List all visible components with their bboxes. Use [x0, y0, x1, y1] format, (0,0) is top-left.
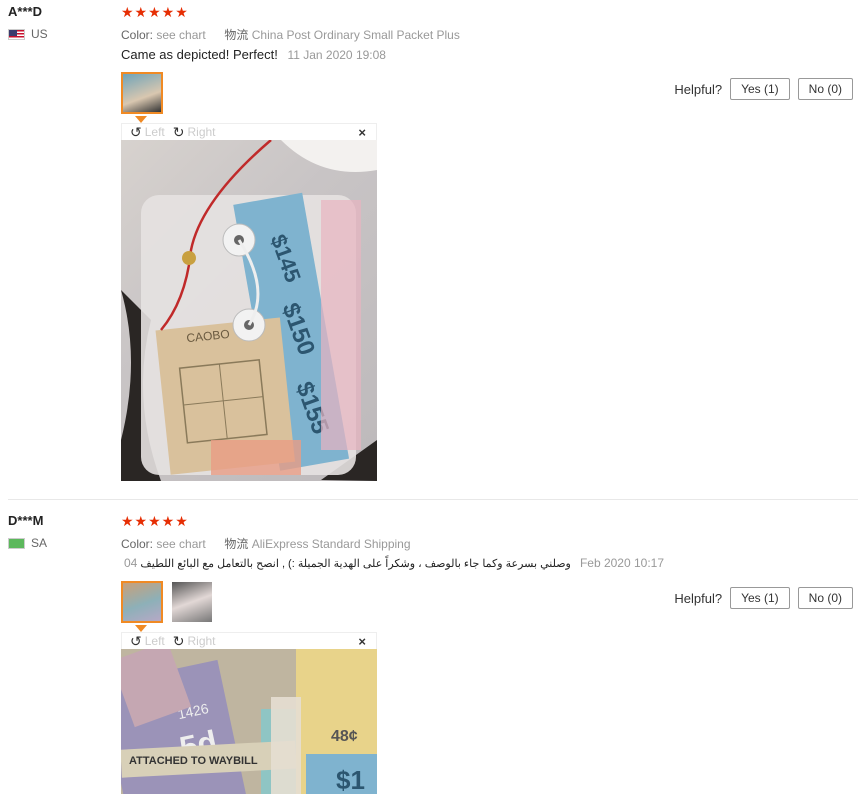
review-meta: Color: see chart 物流 AliExpress Standard …: [121, 535, 411, 552]
helpful-label: Helpful?: [674, 590, 723, 606]
color-value: see chart: [156, 28, 206, 42]
close-icon[interactable]: ×: [358, 125, 366, 140]
feedback-text: Came as depicted! Perfect!: [121, 47, 278, 62]
review-text: 04 وصلني بسرعة وكما جاء بالوصف ، وشكراً …: [124, 556, 664, 570]
shipping-label: 物流: [224, 537, 249, 551]
helpful-label: Helpful?: [674, 81, 723, 97]
shipping-label: 物流: [224, 28, 249, 42]
shipping-value: AliExpress Standard Shipping: [251, 537, 411, 551]
rotate-right-label: Right: [187, 125, 216, 139]
rotate-left-button[interactable]: ↺ Left: [130, 634, 165, 648]
helpful-no-button[interactable]: No (0): [797, 587, 853, 609]
review-text: Came as depicted! Perfect! 11 Jan 2020 1…: [121, 47, 386, 62]
shipping-value: China Post Ordinary Small Packet Plus: [251, 28, 460, 42]
review-date-prefix: 04: [124, 556, 138, 570]
review-photo: $145 $150 $155 CAOBO: [121, 140, 377, 481]
reviewer-country: SA: [8, 536, 47, 550]
review-photo-illustration: $145 $150 $155 CAOBO: [121, 140, 377, 481]
active-thumb-caret: [135, 116, 147, 123]
image-viewer: ↺ Left ↻ Right × $145 $150 $155 CAOBO: [121, 123, 377, 481]
review-photo-illustration: 1426 5d 48¢ $1 ATTACHED TO WAYBILL: [121, 649, 377, 794]
review-thumbnail[interactable]: [171, 581, 213, 623]
rotate-left-label: Left: [144, 125, 165, 139]
image-viewer-toolbar: ↺ Left ↻ Right ×: [121, 632, 377, 649]
country-code: SA: [31, 536, 48, 550]
helpful-yes-button[interactable]: Yes (1): [730, 78, 790, 100]
rotate-right-icon: ↻: [172, 124, 185, 140]
close-icon[interactable]: ×: [358, 634, 366, 649]
ticket-label: ATTACHED TO WAYBILL: [129, 755, 258, 767]
image-viewer: ↺ Left ↻ Right × 1426 5d 48¢ $1 ATTACHED…: [121, 632, 377, 794]
helpful-controls: Helpful? Yes (1) No (0): [674, 78, 853, 100]
color-label: Color:: [121, 537, 154, 551]
helpful-no-button[interactable]: No (0): [797, 78, 853, 100]
review-thumbnail[interactable]: [121, 72, 163, 114]
review-thumbnails: [121, 581, 213, 623]
rotate-left-label: Left: [144, 634, 165, 648]
review-date: Feb 2020 10:17: [579, 556, 665, 570]
active-thumb-caret: [135, 625, 147, 632]
rotate-right-label: Right: [187, 634, 216, 648]
review-item: D***M SA ★★★★★ Color: see chart 物流 AliEx…: [0, 509, 865, 794]
star-rating: ★★★★★: [121, 513, 189, 529]
rotate-left-button[interactable]: ↺ Left: [130, 125, 165, 139]
color-value: see chart: [156, 537, 206, 551]
rotate-left-icon: ↺: [130, 633, 142, 649]
feedback-text: وصلني بسرعة وكما جاء بالوصف ، وشكراً على…: [140, 558, 571, 570]
helpful-yes-button[interactable]: Yes (1): [730, 587, 790, 609]
us-flag-icon: [8, 28, 25, 40]
review-photo: 1426 5d 48¢ $1 ATTACHED TO WAYBILL: [121, 649, 377, 794]
reviewer-name: D***M: [8, 513, 44, 528]
image-viewer-toolbar: ↺ Left ↻ Right ×: [121, 123, 377, 140]
star-rating: ★★★★★: [121, 4, 189, 20]
reviewer-country: US: [8, 27, 48, 41]
review-meta: Color: see chart 物流 China Post Ordinary …: [121, 26, 460, 43]
review-divider: [8, 499, 858, 500]
sa-flag-icon: [8, 537, 25, 549]
review-thumbnails: [121, 72, 163, 114]
rotate-right-button[interactable]: ↻ Right: [173, 125, 216, 139]
review-date: 11 Jan 2020 19:08: [287, 48, 386, 62]
country-code: US: [31, 27, 48, 41]
rotate-right-icon: ↻: [172, 633, 185, 649]
color-label: Color:: [121, 28, 154, 42]
ticket-label: 48¢: [331, 728, 358, 745]
review-thumbnail[interactable]: [121, 581, 163, 623]
rotate-right-button[interactable]: ↻ Right: [173, 634, 216, 648]
helpful-controls: Helpful? Yes (1) No (0): [674, 587, 853, 609]
rotate-left-icon: ↺: [130, 124, 142, 140]
ticket-label: $1: [336, 765, 365, 794]
reviewer-name: A***D: [8, 4, 42, 19]
review-item: A***D US ★★★★★ Color: see chart 物流 China…: [0, 0, 865, 495]
